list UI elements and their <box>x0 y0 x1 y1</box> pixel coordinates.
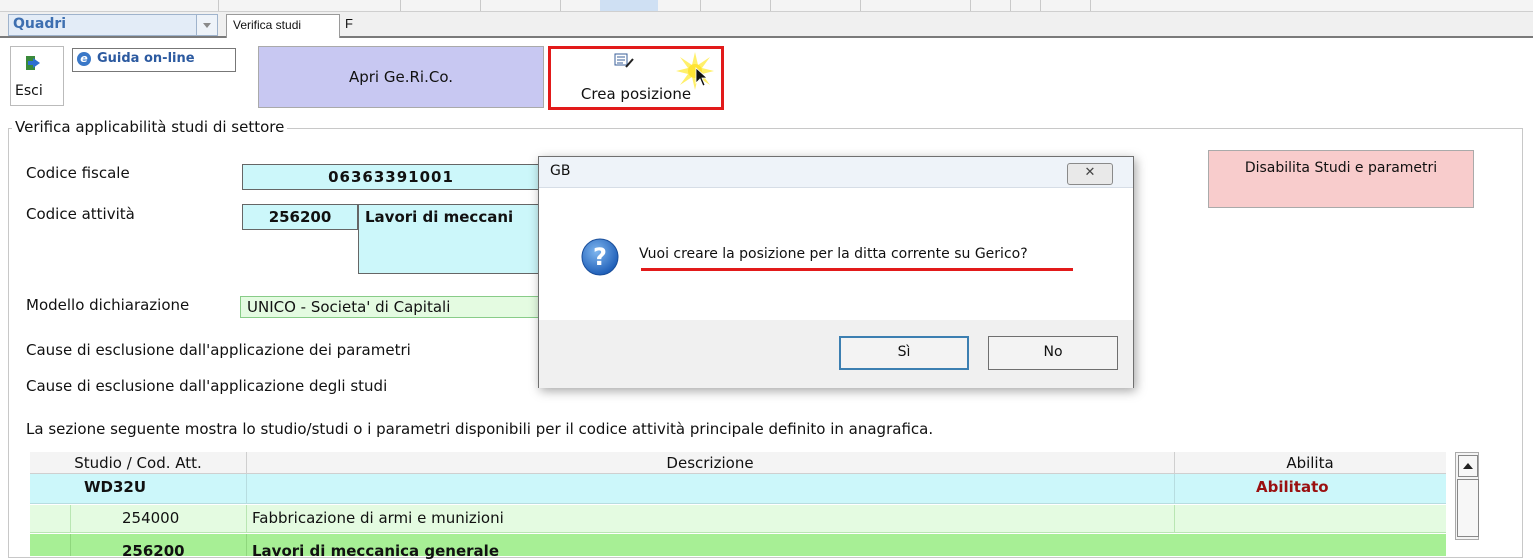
quadri-select-value: Quadri <box>13 16 67 32</box>
codice-attivita-label: Codice attività <box>26 205 135 223</box>
col-header-studio: Studio / Cod. Att. <box>74 454 202 472</box>
disabilita-studi-button[interactable]: Disabilita Studi e parametri <box>1208 150 1474 208</box>
codice-attivita-code-field[interactable]: 256200 <box>242 204 358 230</box>
close-icon[interactable]: ✕ <box>1067 163 1113 185</box>
section-title: Verifica applicabilità studi di settore <box>12 118 288 136</box>
codice-fiscale-label: Codice fiscale <box>26 164 130 182</box>
codice-attivita-desc-field[interactable]: Lavori di meccani <box>358 204 540 274</box>
table-scrollbar[interactable] <box>1455 452 1479 540</box>
dialog-title: GB <box>550 163 571 179</box>
guida-online-button[interactable]: e Guida on-line <box>72 48 236 72</box>
confirm-dialog: GB ✕ ? Vuoi creare la posizione per la d… <box>538 156 1134 388</box>
col-header-abilita: Abilita <box>1286 454 1334 472</box>
tab-verifica-studi[interactable]: Verifica studi <box>226 14 340 38</box>
row-code: 254000 <box>122 509 180 527</box>
cause-studi-label: Cause di esclusione dall'applicazione de… <box>26 377 388 395</box>
apri-gerico-button[interactable]: Apri Ge.Ri.Co. <box>258 46 544 108</box>
info-text: La sezione seguente mostra lo studio/stu… <box>26 420 934 438</box>
row-desc: Lavori di meccanica generale <box>252 542 499 560</box>
svg-text:?: ? <box>593 243 607 271</box>
top-ribbon-strip <box>0 0 1533 12</box>
dialog-message: Vuoi creare la posizione per la ditta co… <box>639 246 1028 262</box>
guida-online-label: Guida on-line <box>97 51 195 66</box>
esci-button[interactable]: Esci <box>10 46 64 106</box>
chevron-down-icon[interactable] <box>196 15 217 35</box>
table-header: Studio / Cod. Att. Descrizione Abilita <box>30 452 1446 474</box>
scroll-up-arrow-icon[interactable] <box>1458 455 1478 477</box>
row-code: WD32U <box>84 478 147 496</box>
dialog-body: ? Vuoi creare la posizione per la ditta … <box>539 188 1133 320</box>
internet-explorer-icon: e <box>77 52 91 66</box>
dialog-titlebar: GB ✕ <box>539 157 1133 188</box>
codice-fiscale-field[interactable]: 06363391001 <box>242 164 540 190</box>
question-icon: ? <box>581 238 619 276</box>
abilitato-status[interactable]: Abilitato <box>1256 478 1329 496</box>
scroll-thumb[interactable] <box>1457 479 1479 537</box>
edit-document-icon <box>614 53 634 68</box>
table-row[interactable]: WD32U Abilitato <box>30 474 1446 504</box>
esci-label: Esci <box>15 83 43 99</box>
click-highlight-icon <box>676 52 714 90</box>
row-desc: Fabbricazione di armi e munizioni <box>252 509 504 527</box>
apri-gerico-label: Apri Ge.Ri.Co. <box>348 68 454 86</box>
exit-door-icon <box>26 56 40 70</box>
table-row[interactable]: 254000 Fabbricazione di armi e munizioni <box>30 505 1446 533</box>
quadri-select[interactable]: Quadri <box>8 14 218 36</box>
yes-button[interactable]: Sì <box>839 336 969 370</box>
table-row-selected[interactable]: 256200 Lavori di meccanica generale <box>30 534 1446 560</box>
col-header-descrizione: Descrizione <box>666 454 754 472</box>
cause-parametri-label: Cause di esclusione dall'applicazione de… <box>26 341 411 359</box>
message-underline <box>641 268 1073 271</box>
no-button[interactable]: No <box>988 336 1118 370</box>
modello-label: Modello dichiarazione <box>26 296 190 314</box>
tab-f[interactable]: F <box>345 16 353 31</box>
row-code: 256200 <box>122 542 185 560</box>
modello-field[interactable]: UNICO - Societa' di Capitali <box>240 296 540 318</box>
